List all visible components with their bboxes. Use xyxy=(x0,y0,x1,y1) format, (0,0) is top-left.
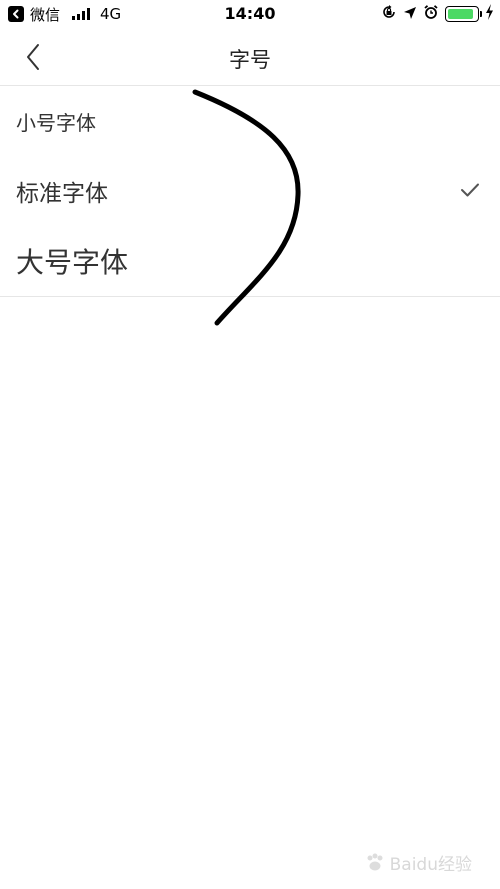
alarm-icon xyxy=(423,4,439,24)
paw-icon xyxy=(367,853,383,870)
option-small-font[interactable]: 小号字体 xyxy=(0,86,500,156)
battery-icon xyxy=(445,6,482,22)
location-arrow-icon xyxy=(403,5,417,24)
orientation-lock-icon xyxy=(381,4,397,24)
watermark-text: Baidu经验 xyxy=(389,855,472,875)
option-label: 小号字体 xyxy=(16,110,96,135)
battery-level-fill xyxy=(448,9,474,19)
option-label: 标准字体 xyxy=(16,181,108,207)
status-right xyxy=(381,4,494,24)
checkmark-icon xyxy=(460,178,480,204)
watermark: Baidu经验 xyxy=(364,850,472,875)
status-bar: 微信 4G 14:40 xyxy=(0,0,500,28)
page-title: 字号 xyxy=(229,48,271,72)
charging-bolt-icon xyxy=(485,4,494,24)
option-standard-font[interactable]: 标准字体 xyxy=(0,156,500,226)
option-label: 大号字体 xyxy=(16,246,129,279)
option-large-font[interactable]: 大号字体 xyxy=(0,226,500,296)
battery-tip xyxy=(480,11,482,17)
navigation-bar: 字号 xyxy=(0,28,500,86)
font-size-options: 小号字体 标准字体 大号字体 xyxy=(0,86,500,297)
